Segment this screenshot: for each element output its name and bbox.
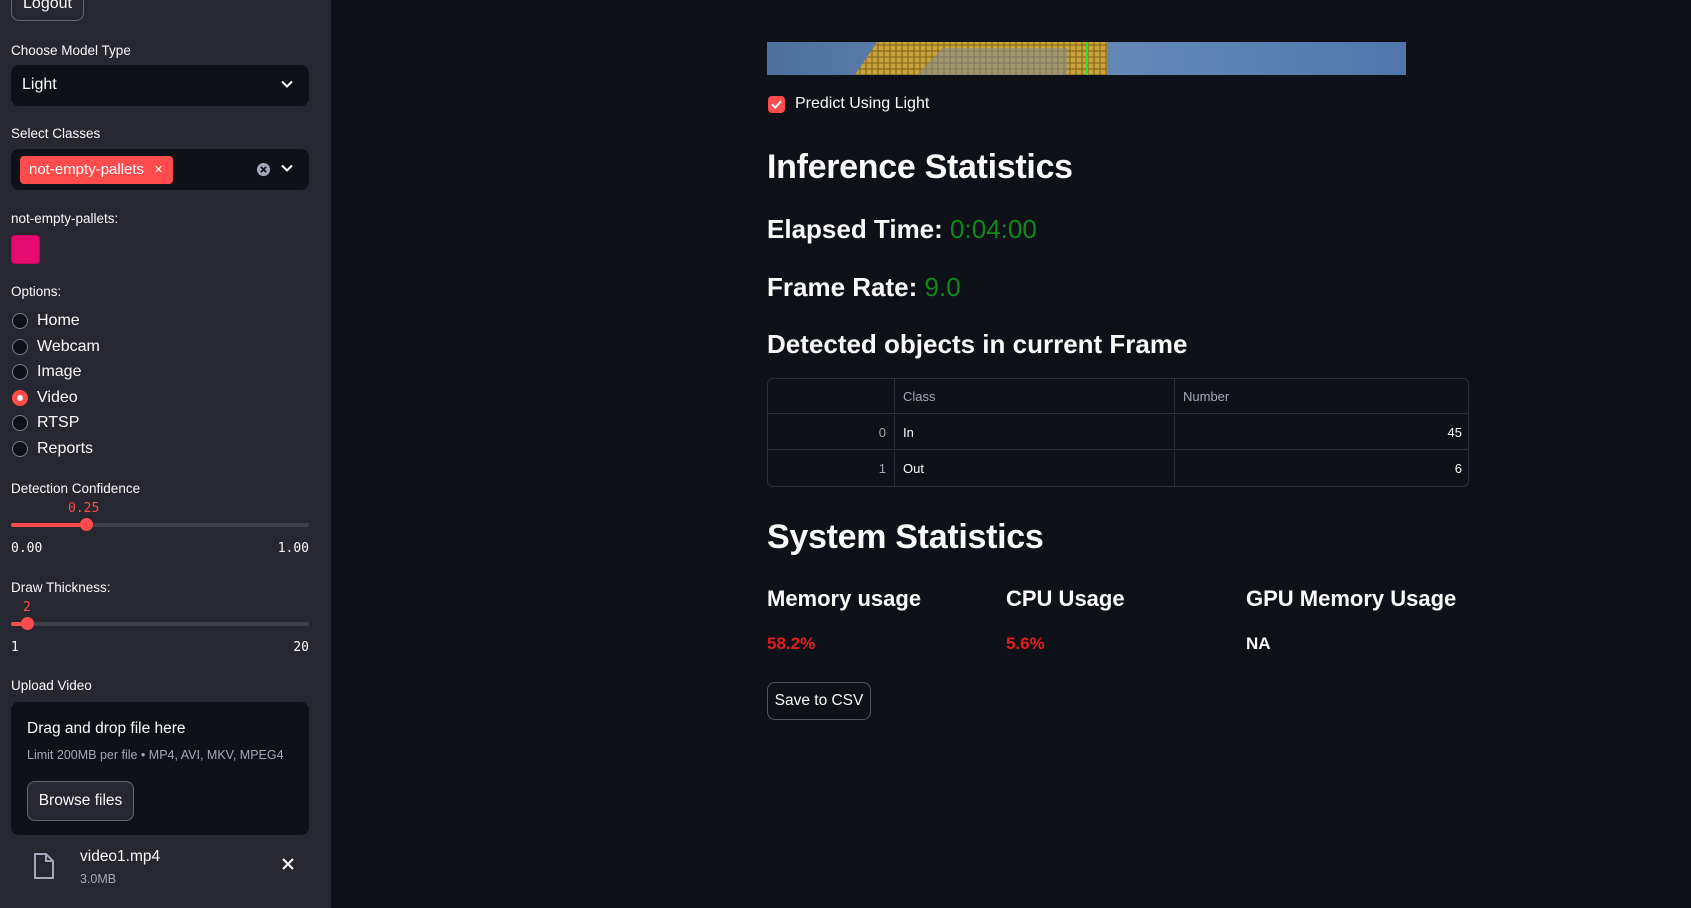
radio-option-home[interactable]: Home xyxy=(12,312,80,330)
remove-tag-icon[interactable]: × xyxy=(154,156,163,184)
header-number[interactable]: Number xyxy=(1175,379,1468,414)
model-type-select[interactable]: Light xyxy=(11,65,309,106)
table-row: 1 Out 6 xyxy=(768,451,1468,486)
file-icon xyxy=(34,853,54,879)
radio-label: Video xyxy=(37,388,78,406)
confidence-label: Detection Confidence xyxy=(11,481,141,496)
chevron-down-icon xyxy=(281,80,293,88)
gpu-value: NA xyxy=(1246,634,1271,653)
cpu-label: CPU Usage xyxy=(1006,586,1125,611)
radio-icon[interactable] xyxy=(12,313,28,329)
detected-title: Detected objects in current Frame xyxy=(767,329,1188,359)
radio-label: Image xyxy=(37,363,82,381)
logout-button[interactable]: Logout xyxy=(11,0,84,21)
radio-icon[interactable] xyxy=(12,364,28,381)
predict-checkbox[interactable]: Predict Using Light xyxy=(768,95,929,113)
clear-all-icon[interactable] xyxy=(256,162,271,177)
uploaded-file: video1.mp4 3.0MB xyxy=(11,840,309,900)
radio-option-video[interactable]: Video xyxy=(12,389,78,407)
thickness-slider[interactable] xyxy=(11,617,309,630)
radio-icon[interactable] xyxy=(12,441,28,457)
video-frame xyxy=(767,42,1406,75)
radio-label: Reports xyxy=(37,440,94,457)
file-dropzone[interactable]: Drag and drop file here Limit 200MB per … xyxy=(11,702,309,835)
elapsed-value: 0:04:00 xyxy=(950,214,1037,244)
model-type-value: Light xyxy=(22,76,57,93)
thickness-label: Draw Thickness: xyxy=(11,580,111,595)
row-class: In xyxy=(895,415,1175,450)
thickness-max: 20 xyxy=(293,640,309,655)
classes-multiselect[interactable]: not-empty-pallets × xyxy=(11,149,309,190)
memory-value: 58.2% xyxy=(767,634,816,653)
radio-label: Home xyxy=(37,312,80,329)
radio-icon[interactable] xyxy=(12,338,28,355)
browse-files-button[interactable]: Browse files xyxy=(27,781,134,821)
confidence-slider[interactable] xyxy=(11,518,309,531)
radio-label: Webcam xyxy=(37,337,100,355)
predict-checkbox-label: Predict Using Light xyxy=(795,95,930,112)
table-header: Class Number xyxy=(768,379,1468,414)
sidebar: Logout Choose Model Type Light Select Cl… xyxy=(0,0,331,908)
elapsed-time: Elapsed Time: 0:04:00 xyxy=(767,214,1037,245)
color-picker-label: not-empty-pallets: xyxy=(11,211,119,226)
radio-icon[interactable] xyxy=(12,415,28,432)
confidence-max: 1.00 xyxy=(277,541,309,556)
row-number: 45 xyxy=(1447,425,1462,440)
cpu-value: 5.6% xyxy=(1006,634,1045,653)
confidence-fill xyxy=(11,523,86,527)
table-row: 0 In 45 xyxy=(768,415,1468,450)
memory-label: Memory usage xyxy=(767,586,922,611)
thickness-value: 2 xyxy=(23,600,31,615)
model-type-label: Choose Model Type xyxy=(11,43,131,58)
frame-rate: Frame Rate: 9.0 xyxy=(767,272,961,303)
row-index: 1 xyxy=(768,451,895,486)
row-number: 6 xyxy=(1454,461,1462,476)
detections-table[interactable]: Class Number 0 In 45 1 Out 6 xyxy=(767,378,1469,487)
save-csv-button[interactable]: Save to CSV xyxy=(767,682,871,720)
radio-icon[interactable] xyxy=(12,389,28,406)
confidence-value: 0.25 xyxy=(68,501,100,516)
row-class: Out xyxy=(895,451,1175,486)
upload-label: Upload Video xyxy=(11,678,92,693)
file-size: 3.0MB xyxy=(80,872,117,886)
close-icon[interactable] xyxy=(280,856,296,872)
radio-option-webcam[interactable]: Webcam xyxy=(12,338,100,356)
video-frame-image xyxy=(855,42,1107,75)
chevron-down-icon[interactable] xyxy=(279,160,295,176)
row-index: 0 xyxy=(768,415,895,450)
dropzone-limit: Limit 200MB per file • MP4, AVI, MKV, MP… xyxy=(27,748,284,762)
thickness-min: 1 xyxy=(11,640,19,655)
header-class[interactable]: Class xyxy=(895,379,1175,414)
frame-rate-label: Frame Rate: xyxy=(767,272,918,302)
inference-title: Inference Statistics xyxy=(767,148,1073,186)
file-name: video1.mp4 xyxy=(80,848,161,865)
radio-option-image[interactable]: Image xyxy=(12,363,81,381)
options-label: Options: xyxy=(11,284,62,299)
class-tag-label: not-empty-pallets xyxy=(29,161,145,178)
radio-label: RTSP xyxy=(37,414,80,432)
elapsed-label: Elapsed Time: xyxy=(767,214,943,244)
confidence-min: 0.00 xyxy=(11,541,43,556)
frame-rate-value: 9.0 xyxy=(924,272,961,302)
thickness-thumb[interactable] xyxy=(20,617,34,630)
gpu-label: GPU Memory Usage xyxy=(1246,586,1457,611)
color-swatch[interactable] xyxy=(11,235,40,264)
confidence-thumb[interactable] xyxy=(79,518,93,531)
dropzone-title: Drag and drop file here xyxy=(27,720,186,737)
system-title: System Statistics xyxy=(767,518,1044,556)
radio-option-rtsp[interactable]: RTSP xyxy=(12,414,79,432)
classes-label: Select Classes xyxy=(11,126,101,141)
class-tag: not-empty-pallets × xyxy=(20,156,173,184)
checkbox-checked-icon[interactable] xyxy=(768,95,785,113)
header-index xyxy=(768,379,895,414)
radio-option-reports[interactable]: Reports xyxy=(12,440,93,458)
